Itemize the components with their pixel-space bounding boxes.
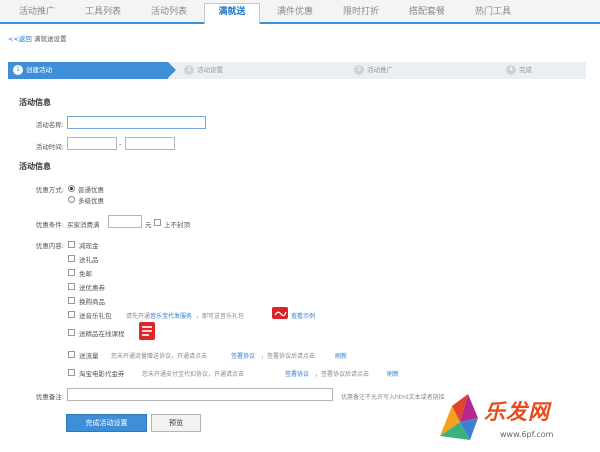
activity-info-title: 活动信息 [19,98,51,107]
traffic-refresh-link[interactable]: 刷新 [335,351,347,360]
step-number: 2 [184,65,194,75]
music-gift-checkbox[interactable] [68,311,75,318]
step-arrow [168,62,176,78]
step-number: 1 [13,65,23,75]
step-label: 完成 [519,66,532,74]
music-gift-label: 送音乐礼包 [79,312,112,320]
condition-amount-input[interactable] [108,215,142,228]
step-number: 4 [506,65,516,75]
condition-unit: 元 [145,221,152,229]
discount-info-title: 活动信息 [19,162,51,171]
data-traffic-label: 送流量 [79,352,99,360]
activity-time-label: 活动时间: [35,143,64,151]
cash-reduction-label: 减现金 [79,242,99,250]
movie-sign-link[interactable]: 签署协议 [285,369,309,378]
tab-limited-discount[interactable]: 限时打折 [330,4,392,24]
step-promotion: 3 活动推广 [354,62,393,79]
multi-level-discount-radio[interactable] [68,196,75,203]
watermark-url: www.6pf.com [500,430,554,439]
discount-content-label: 优惠内容: [35,242,64,250]
course-gift-icon [139,322,155,340]
tab-activity-promotion[interactable]: 活动推广 [6,4,68,24]
complete-setup-button[interactable]: 完成活动设置 [66,414,147,432]
multi-level-discount-label: 多级优惠 [78,197,104,205]
free-shipping-checkbox[interactable] [68,269,75,276]
view-sample-link[interactable]: 查看示例 [291,311,315,320]
activity-name-input[interactable] [67,116,206,129]
discount-condition-label: 优惠条件: [35,221,64,229]
no-cap-checkbox[interactable] [154,219,161,226]
movie-refresh-link[interactable]: 刷新 [387,369,399,378]
tab-activity-list[interactable]: 活动列表 [138,4,200,24]
traffic-sign-link[interactable]: 签署协议 [231,351,255,360]
remark-input[interactable] [67,388,333,401]
music-service-link[interactable]: 音乐宝代发服务 [150,311,192,320]
movie-voucher-label: 淘宝电影代金券 [79,370,125,378]
coupon-label: 送优惠券 [79,284,105,292]
traffic-note-tail: ，签署协议后请点击 [261,353,316,360]
data-traffic-checkbox[interactable] [68,351,75,358]
movie-voucher-checkbox[interactable] [68,369,75,376]
movie-note-text: 您未开通支付宝代扣协议，开通请点击 [142,371,245,378]
gift-label: 送礼品 [79,256,99,264]
step-number: 3 [354,65,364,75]
normal-discount-radio[interactable] [68,185,75,192]
traffic-note-text: 您未开通流量赠送协议，开通请点击 [111,353,208,360]
online-course-checkbox[interactable] [68,329,75,336]
step-label: 创建活动 [26,66,52,74]
watermark-text: 乐发网 [484,399,550,424]
step-settings: 2 活动设置 [184,62,223,79]
tab-bar: 活动推广 工具列表 活动列表 满就送 满件优惠 限时打折 搭配套餐 热门工具 [0,0,600,24]
online-course-label: 送精品在线课程 [79,330,125,338]
music-note-tail: ，即可送音乐礼包 [196,313,245,320]
tab-full-gift[interactable]: 满就送 [204,3,260,24]
watermark-logo-icon [440,394,478,440]
music-note-text: 请先开通 [126,313,151,320]
movie-note-tail: ，签署协议后请点击 [315,371,370,378]
start-time-input[interactable] [67,137,117,150]
end-time-input[interactable] [125,137,175,150]
time-separator: - [119,140,122,148]
condition-prefix: 买家消费满 [67,221,100,229]
activity-name-label: 活动名称: [35,121,64,129]
cash-reduction-checkbox[interactable] [68,241,75,248]
normal-discount-label: 普通优惠 [78,186,104,194]
tab-combo-package[interactable]: 搭配套餐 [396,4,458,24]
step-create: 1 创建活动 [8,62,168,79]
step-label: 活动设置 [197,66,223,74]
exchange-goods-label: 换购商品 [79,298,105,306]
gift-checkbox[interactable] [68,255,75,262]
tab-popular-tools[interactable]: 热门工具 [462,4,524,24]
step-label: 活动推广 [367,66,393,74]
tab-multi-piece-discount[interactable]: 满件优惠 [264,4,326,24]
coupon-checkbox[interactable] [68,283,75,290]
exchange-goods-checkbox[interactable] [68,297,75,304]
discount-method-label: 优惠方式: [35,186,64,194]
breadcrumb-current: 满就送设置 [33,35,67,43]
music-gift-icon [272,307,288,319]
breadcrumb: <<返回 满就送设置 [8,33,66,43]
back-link[interactable]: <<返回 [8,35,32,43]
step-complete: 4 完成 [506,62,532,79]
free-shipping-label: 免邮 [79,270,92,278]
preview-button[interactable]: 预览 [151,414,201,432]
no-cap-label: 上不封顶 [164,221,190,229]
remark-label: 优惠备注: [35,393,64,401]
step-progress: 1 创建活动 2 活动设置 3 活动推广 4 完成 [8,62,586,79]
tab-tool-list[interactable]: 工具列表 [72,4,134,24]
